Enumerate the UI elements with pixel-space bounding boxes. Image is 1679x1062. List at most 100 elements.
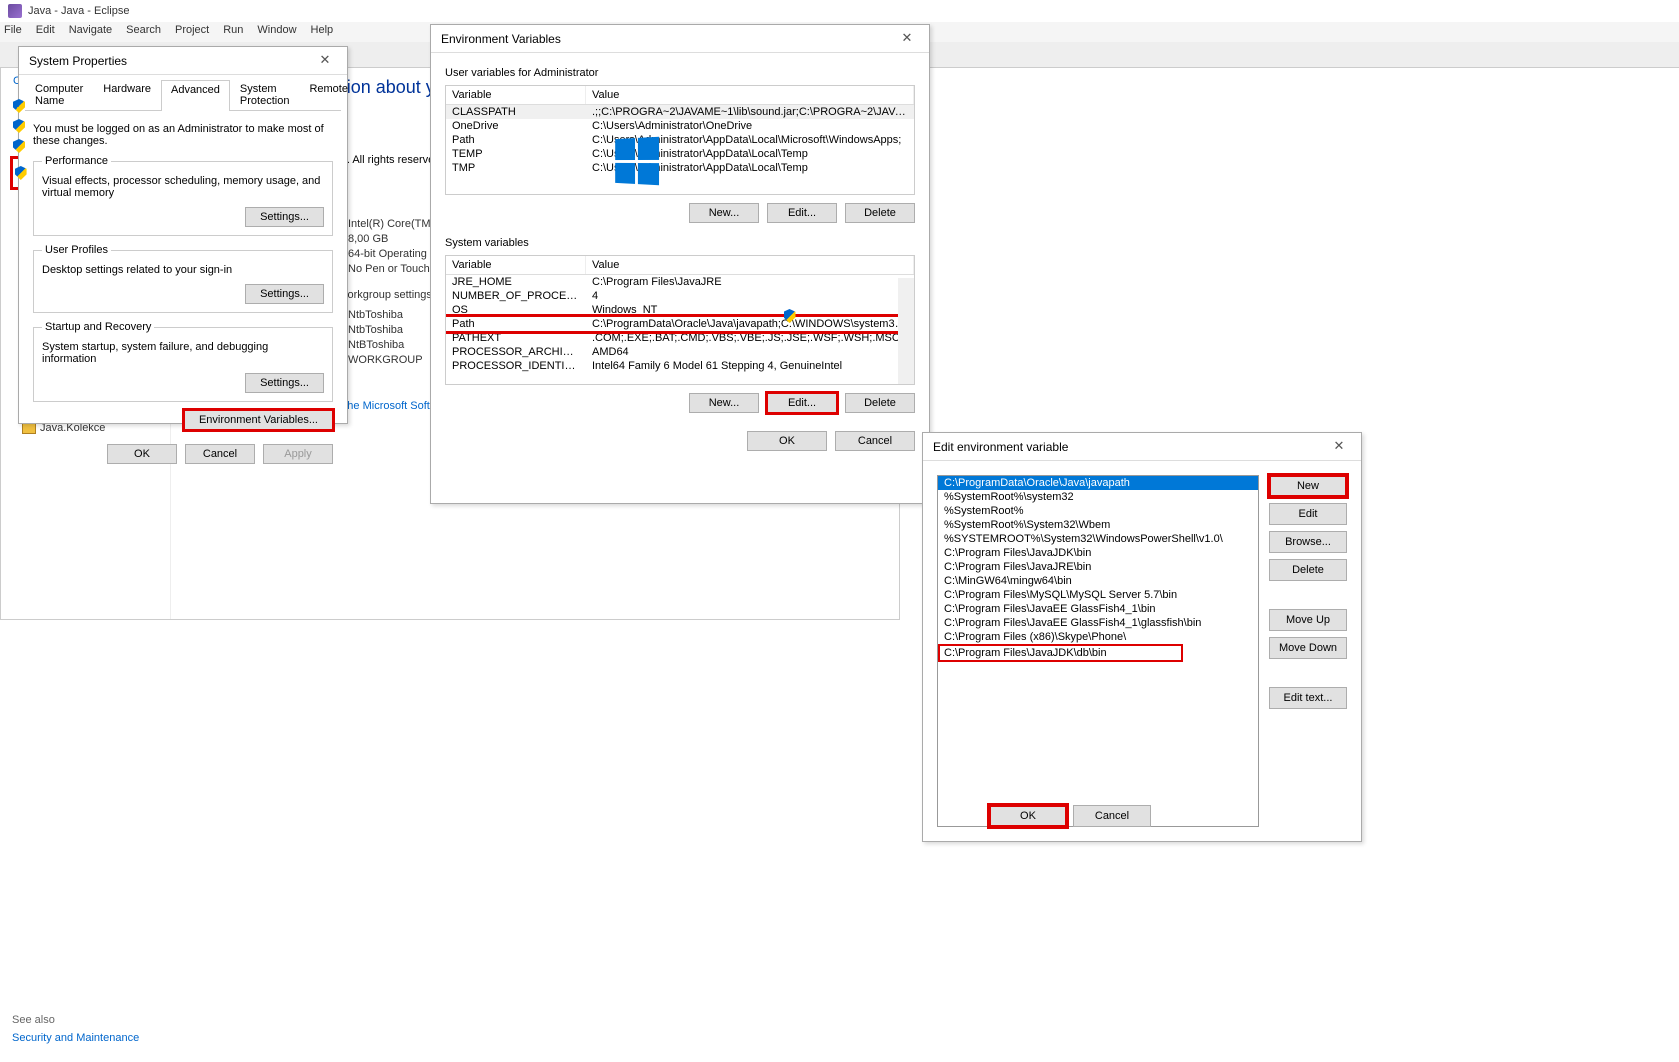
editenv-browse-button[interactable]: Browse... <box>1269 531 1347 553</box>
editenv-buttons: New Edit Browse... Delete Move Up Move D… <box>1269 475 1347 827</box>
menu-file[interactable]: File <box>4 24 22 40</box>
sysprop-apply-button[interactable]: Apply <box>263 444 333 464</box>
editenv-new-button[interactable]: New <box>1269 475 1347 497</box>
menu-window[interactable]: Window <box>257 24 296 40</box>
col-variable[interactable]: Variable <box>446 86 586 104</box>
startup-legend: Startup and Recovery <box>42 321 154 333</box>
editenv-cancel-button[interactable]: Cancel <box>1073 805 1151 827</box>
sysprop-cancel-button[interactable]: Cancel <box>185 444 255 464</box>
editenv-titlebar[interactable]: Edit environment variable ✕ <box>923 433 1361 461</box>
envvars-titlebar[interactable]: Environment Variables ✕ <box>431 25 929 53</box>
eclipse-title-text: Java - Java - Eclipse <box>28 5 129 17</box>
startup-settings-button[interactable]: Settings... <box>245 373 324 393</box>
table-row[interactable]: JRE_HOMEC:\Program Files\JavaJRE <box>446 275 914 289</box>
list-item[interactable]: C:\Program Files\MySQL\MySQL Server 5.7\… <box>938 588 1258 602</box>
user-new-button[interactable]: New... <box>689 203 759 223</box>
list-item[interactable]: C:\Program Files\JavaJRE\bin <box>938 560 1258 574</box>
startup-desc: System startup, system failure, and debu… <box>42 341 324 365</box>
table-row[interactable]: CLASSPATH.;;C:\PROGRA~2\JAVAME~1\lib\sou… <box>446 105 914 119</box>
editenv-ok-button[interactable]: OK <box>989 805 1067 827</box>
table-row[interactable]: TEMPC:\Users\Administrator\AppData\Local… <box>446 147 914 161</box>
editenv-delete-button[interactable]: Delete <box>1269 559 1347 581</box>
sys-new-button[interactable]: New... <box>689 393 759 413</box>
table-row-path[interactable]: PathC:\ProgramData\Oracle\Java\javapath;… <box>446 317 914 331</box>
list-item[interactable]: %SystemRoot% <box>938 504 1258 518</box>
list-item[interactable]: C:\Program Files (x86)\Skype\Phone\ <box>938 630 1258 644</box>
ram-value: 8,00 GB <box>348 233 388 245</box>
eclipse-icon <box>8 4 22 18</box>
sys-delete-button[interactable]: Delete <box>845 393 915 413</box>
col-value[interactable]: Value <box>586 86 914 104</box>
list-item[interactable]: C:\Program Files\JavaJDK\bin <box>938 546 1258 560</box>
list-item[interactable]: %SystemRoot%\System32\Wbem <box>938 518 1258 532</box>
editenv-moveup-button[interactable]: Move Up <box>1269 609 1347 631</box>
menu-edit[interactable]: Edit <box>36 24 55 40</box>
tab-advanced[interactable]: Advanced <box>161 80 230 111</box>
list-item[interactable]: C:\ProgramData\Oracle\Java\javapath <box>938 476 1258 490</box>
performance-settings-button[interactable]: Settings... <box>245 207 324 227</box>
sys-vars-label: System variables <box>445 237 915 249</box>
path-entries-list[interactable]: C:\ProgramData\Oracle\Java\javapath %Sys… <box>937 475 1259 827</box>
list-item[interactable]: C:\MinGW64\mingw64\bin <box>938 574 1258 588</box>
performance-legend: Performance <box>42 155 111 167</box>
sysprop-info: You must be logged on as an Administrato… <box>33 123 333 147</box>
user-vars-table[interactable]: VariableValue CLASSPATH.;;C:\PROGRA~2\JA… <box>445 85 915 195</box>
table-row[interactable]: PATHEXT.COM;.EXE;.BAT;.CMD;.VBS;.VBE;.JS… <box>446 331 914 345</box>
menu-run[interactable]: Run <box>223 24 243 40</box>
close-icon[interactable]: ✕ <box>891 29 923 49</box>
envvars-ok-button[interactable]: OK <box>747 431 827 451</box>
sys-vars-table[interactable]: VariableValue JRE_HOMEC:\Program Files\J… <box>445 255 915 385</box>
close-icon[interactable]: ✕ <box>1323 437 1355 457</box>
sysprop-ok-button[interactable]: OK <box>107 444 177 464</box>
list-item-highlighted[interactable]: C:\Program Files\JavaJDK\db\bin <box>938 644 1183 662</box>
userprofiles-settings-button[interactable]: Settings... <box>245 284 324 304</box>
table-row[interactable]: OneDriveC:\Users\Administrator\OneDrive <box>446 119 914 133</box>
user-edit-button[interactable]: Edit... <box>767 203 837 223</box>
workgroup-value: WORKGROUP <box>348 354 423 366</box>
menu-help[interactable]: Help <box>311 24 334 40</box>
tab-remote[interactable]: Remote <box>299 79 358 110</box>
table-row[interactable]: PROCESSOR_IDENTIFIERIntel64 Family 6 Mod… <box>446 359 914 373</box>
performance-group: Performance Visual effects, processor sc… <box>33 155 333 236</box>
environment-variables-dialog: Environment Variables ✕ User variables f… <box>430 24 930 504</box>
menu-search[interactable]: Search <box>126 24 161 40</box>
col-value[interactable]: Value <box>586 256 914 274</box>
menu-project[interactable]: Project <box>175 24 209 40</box>
editenv-edit-button[interactable]: Edit <box>1269 503 1347 525</box>
user-vars-label: User variables for Administrator <box>445 67 915 79</box>
tab-computer-name[interactable]: Computer Name <box>25 79 93 110</box>
system-properties-dialog: System Properties ✕ Computer Name Hardwa… <box>18 46 348 424</box>
userprofiles-legend: User Profiles <box>42 244 111 256</box>
user-delete-button[interactable]: Delete <box>845 203 915 223</box>
col-variable[interactable]: Variable <box>446 256 586 274</box>
menu-navigate[interactable]: Navigate <box>69 24 112 40</box>
scrollbar[interactable] <box>898 278 914 384</box>
list-item[interactable]: C:\Program Files\JavaEE GlassFish4_1\bin <box>938 602 1258 616</box>
table-row[interactable]: OSWindows_NT <box>446 303 914 317</box>
security-maintenance-link[interactable]: Security and Maintenance <box>12 1032 139 1044</box>
full-computer-name-value: NtbToshiba <box>348 324 403 336</box>
computer-desc-value: NtBToshiba <box>348 339 404 351</box>
envvars-title: Environment Variables <box>441 32 561 46</box>
sysprop-titlebar[interactable]: System Properties ✕ <box>19 47 347 75</box>
list-item[interactable]: %SYSTEMROOT%\System32\WindowsPowerShell\… <box>938 532 1258 546</box>
list-item[interactable]: %SystemRoot%\system32 <box>938 490 1258 504</box>
startup-group: Startup and Recovery System startup, sys… <box>33 321 333 402</box>
table-row[interactable]: PathC:\Users\Administrator\AppData\Local… <box>446 133 914 147</box>
table-row[interactable]: PROCESSOR_ARCHITECTUREAMD64 <box>446 345 914 359</box>
close-icon[interactable]: ✕ <box>309 51 341 71</box>
sysprop-title: System Properties <box>29 54 127 68</box>
table-row[interactable]: NUMBER_OF_PROCESSORS4 <box>446 289 914 303</box>
table-row[interactable]: TMPC:\Users\Administrator\AppData\Local\… <box>446 161 914 175</box>
editenv-edittext-button[interactable]: Edit text... <box>1269 687 1347 709</box>
editenv-movedown-button[interactable]: Move Down <box>1269 637 1347 659</box>
tab-system-protection[interactable]: System Protection <box>230 79 300 110</box>
tab-hardware[interactable]: Hardware <box>93 79 161 110</box>
edit-environment-variable-dialog: Edit environment variable ✕ C:\ProgramDa… <box>922 432 1362 842</box>
list-item[interactable]: C:\Program Files\JavaEE GlassFish4_1\gla… <box>938 616 1258 630</box>
computer-name-value: NtbToshiba <box>348 309 403 321</box>
userprofiles-desc: Desktop settings related to your sign-in <box>42 264 324 276</box>
sys-edit-button[interactable]: Edit... <box>767 393 837 413</box>
envvars-cancel-button[interactable]: Cancel <box>835 431 915 451</box>
environment-variables-button[interactable]: Environment Variables... <box>184 410 333 430</box>
